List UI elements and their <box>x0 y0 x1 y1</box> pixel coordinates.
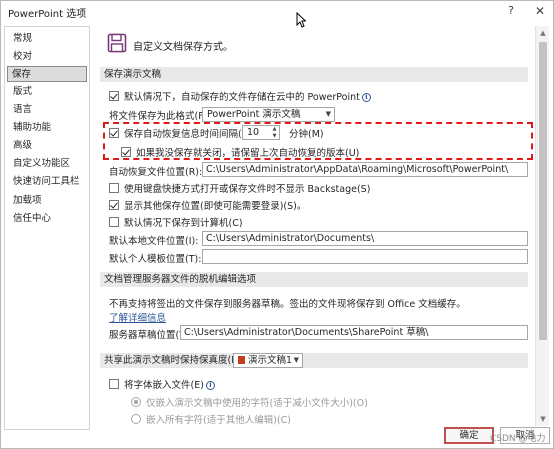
autorecover-location-input[interactable]: C:\Users\Administrator\AppData\Roaming\M… <box>202 162 528 177</box>
keep-last-version-checkbox[interactable] <box>121 147 131 157</box>
sidebar-item-customize-ribbon[interactable]: 自定义功能区 <box>9 156 87 172</box>
server-drafts-input[interactable]: C:\Users\Administrator\Documents\SharePo… <box>180 325 528 340</box>
autorecover-label: 保存自动恢复信息时间间隔(A) <box>124 129 252 140</box>
show-additional-places-checkbox[interactable] <box>109 200 119 210</box>
fidelity-document-select[interactable]: 演示文稿1 ▼ <box>233 353 303 368</box>
save-to-computer-label: 默认情况下保存到计算机(C) <box>124 218 243 229</box>
fidelity-label: 共享此演示文稿时保持保真度(D): <box>104 355 246 366</box>
page-heading: 自定义文档保存方式。 <box>133 42 233 53</box>
scroll-thumb[interactable] <box>539 42 547 340</box>
options-sidebar: 常规 校对 保存 版式 语言 辅助功能 高级 自定义功能区 快速访问工具栏 加载… <box>4 26 90 430</box>
ok-button[interactable]: 确定 <box>444 427 494 444</box>
window-title: PowerPoint 选项 <box>8 9 87 20</box>
save-format-label: 将文件保存为此格式(F): <box>109 111 211 122</box>
scroll-up-icon[interactable]: ▲ <box>536 26 550 40</box>
vertical-scrollbar[interactable]: ▲ ▼ <box>535 26 549 426</box>
embed-all-chars-radio[interactable] <box>131 414 141 424</box>
sidebar-item-add-ins[interactable]: 加载项 <box>9 193 87 209</box>
embed-fonts-checkbox[interactable] <box>109 379 119 389</box>
sidebar-item-general[interactable]: 常规 <box>9 31 87 47</box>
sidebar-item-layout[interactable]: 版式 <box>9 84 87 100</box>
learn-more-link[interactable]: 了解详细信息 <box>109 310 166 324</box>
sidebar-item-language[interactable]: 语言 <box>9 102 87 118</box>
keep-last-version-label: 如果我没保存就关闭，请保留上次自动恢复的版本(U) <box>136 148 360 159</box>
watermark-text: CSDN @电力 <box>490 434 546 444</box>
section-offline-editing: 文档管理服务器文件的脱机编辑选项 <box>100 272 528 287</box>
embed-all-chars-label: 嵌入所有字符(适于其他人编辑)(C) <box>146 415 291 426</box>
no-backstage-label: 使用键盘快捷方式打开或保存文件时不显示 Backstage(S) <box>124 184 371 195</box>
save-format-value: PowerPoint 演示文稿 <box>207 109 301 120</box>
autorecover-location-label: 自动恢复文件位置(R): <box>109 167 203 178</box>
autorecover-minutes-value: 10 <box>247 127 260 138</box>
autorecover-checkbox[interactable] <box>109 128 119 138</box>
template-location-label: 默认个人模板位置(T): <box>109 254 202 265</box>
save-options-panel: 自定义文档保存方式。 保存演示文稿 默认情况下，自动保存的文件存储在云中的 Po… <box>94 26 534 426</box>
spin-down-icon[interactable]: ▼ <box>270 133 279 139</box>
powerpoint-options-dialog: PowerPoint 选项 ? ✕ 常规 校对 保存 版式 语言 辅助功能 高级… <box>0 0 554 449</box>
default-cloud-label: 默认情况下，自动保存的文件存储在云中的 PowerPoint i <box>124 89 371 103</box>
save-disk-icon <box>107 33 127 53</box>
close-button[interactable]: ✕ <box>532 3 548 19</box>
chevron-down-icon: ▼ <box>325 110 331 118</box>
help-button[interactable]: ? <box>503 3 519 19</box>
spin-up-icon[interactable]: ▲ <box>270 126 279 132</box>
local-file-location-label: 默认本地文件位置(I): <box>109 236 199 247</box>
sidebar-item-trust-center[interactable]: 信任中心 <box>9 211 87 227</box>
template-location-input[interactable] <box>202 249 528 264</box>
powerpoint-file-icon <box>238 356 245 364</box>
local-file-location-input[interactable]: C:\Users\Administrator\Documents\ <box>202 231 528 246</box>
chevron-down-icon: ▼ <box>293 356 299 364</box>
save-format-select[interactable]: PowerPoint 演示文稿 ▼ <box>202 107 335 122</box>
sidebar-item-proofing[interactable]: 校对 <box>9 49 87 65</box>
save-to-computer-checkbox[interactable] <box>109 217 119 227</box>
embed-used-chars-label: 仅嵌入演示文稿中使用的字符(适于减小文件大小)(O) <box>146 398 368 409</box>
autorecover-minutes-spinner[interactable]: 10 ▲ ▼ <box>242 125 280 140</box>
embed-used-chars-radio[interactable] <box>131 397 141 407</box>
section-preserve-fidelity: 共享此演示文稿时保持保真度(D): <box>100 353 528 368</box>
info-icon[interactable]: i <box>361 93 371 102</box>
info-icon[interactable]: i <box>205 381 215 390</box>
sidebar-item-advanced[interactable]: 高级 <box>9 138 87 154</box>
minutes-label: 分钟(M) <box>289 129 324 140</box>
embed-fonts-label: 将字体嵌入文件(E) i <box>124 377 215 391</box>
title-bar: PowerPoint 选项 ? ✕ <box>1 1 553 21</box>
no-backstage-checkbox[interactable] <box>109 183 119 193</box>
fidelity-document-value: 演示文稿1 <box>248 355 293 366</box>
scroll-down-icon[interactable]: ▼ <box>536 412 550 426</box>
offline-description: 不再支持将签出的文件保存到服务器草稿。签出的文件现将保存到 Office 文档缓… <box>109 299 466 310</box>
default-cloud-checkbox[interactable] <box>109 91 119 101</box>
sidebar-item-quick-access-toolbar[interactable]: 快速访问工具栏 <box>9 174 87 190</box>
section-save-presentations: 保存演示文稿 <box>100 67 528 82</box>
sidebar-item-accessibility[interactable]: 辅助功能 <box>9 120 87 136</box>
show-additional-places-label: 显示其他保存位置(即使可能需要登录)(S)。 <box>124 201 307 212</box>
sidebar-item-save[interactable]: 保存 <box>7 66 87 82</box>
